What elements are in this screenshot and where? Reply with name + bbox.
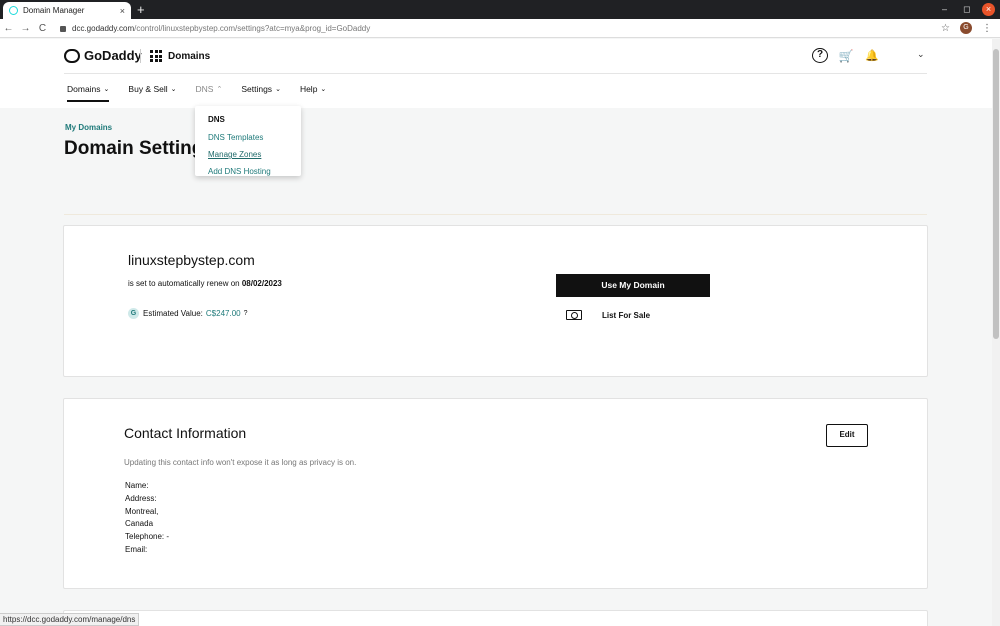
chevron-up-icon: ⌃ [216,86,223,93]
info-icon[interactable]: ? [244,310,248,317]
contact-email: Email: [125,544,148,554]
use-my-domain-button[interactable]: Use My Domain [556,274,710,297]
renewal-text: is set to automatically renew on 08/02/2… [128,279,282,288]
product-name: Domains [168,50,211,62]
help-icon[interactable]: ? [812,48,828,63]
header-divider [64,73,927,74]
renewal-prefix: is set to automatically renew on [128,279,242,288]
browser-tab-bar: Domain Manager × + – ◻ × [0,0,1000,19]
window-close-icon[interactable]: × [982,3,995,16]
list-for-sale-label: List For Sale [602,310,651,320]
contact-city: Montreal, [125,506,159,516]
apps-switcher[interactable]: Domains [150,50,210,62]
estimated-value-link[interactable]: C$247.00 [206,309,241,318]
menu-item-dns-templates[interactable]: DNS Templates [208,133,288,142]
contact-information-card: Contact Information Updating this contac… [63,398,928,589]
notifications-bell-icon[interactable]: 🔔 [864,49,880,62]
breadcrumb[interactable]: My Domains [65,123,112,132]
favicon-icon [9,6,18,15]
nav-help-label: Help [299,84,318,94]
lock-icon [60,25,66,32]
godaddy-logo-icon [64,48,80,63]
nav-dns-label: DNS [195,84,214,94]
reload-icon[interactable]: C [34,23,51,34]
contact-details: Name: Address: Montreal, Canada Telephon… [125,480,169,557]
menu-item-manage-zones[interactable]: Manage Zones [208,150,288,159]
site-header: GoDaddy Domains ? 🛒 🔔 ⌄ Domains ⌄ Buy & … [0,39,992,108]
header-separator [140,49,141,63]
url-host: dcc.godaddy.com [72,24,135,33]
estimated-value: G Estimated Value: C$247.00 ? [128,308,248,319]
domain-summary-card: linuxstepbystep.com is set to automatica… [63,225,928,377]
nav-settings-label: Settings [241,84,273,94]
page-title: Domain Settings [64,138,214,159]
nav-buy-sell-label: Buy & Sell [128,84,168,94]
browser-menu-icon[interactable]: ⋮ [982,23,992,34]
address-bar: ← → C dcc.godaddy.com/control/linuxstepb… [0,19,1000,38]
minimize-icon[interactable]: – [942,2,947,17]
chevron-down-icon: ⌄ [103,86,110,93]
dns-menu-heading: DNS [208,115,225,124]
logo-text: GoDaddy [84,48,142,63]
chevron-down-icon: ⌄ [275,86,281,93]
account-chevron-down-icon[interactable]: ⌄ [917,49,925,60]
list-for-sale-link[interactable]: List For Sale [566,310,650,320]
page-viewport: GoDaddy Domains ? 🛒 🔔 ⌄ Domains ⌄ Buy & … [0,39,992,626]
cash-icon [566,310,582,320]
nav-domains-label: Domains [67,84,101,94]
nav-settings[interactable]: Settings ⌄ [241,84,281,94]
tab-close-icon[interactable]: × [120,6,125,16]
nav-buy-sell[interactable]: Buy & Sell ⌄ [128,84,176,94]
tab-title: Domain Manager [23,6,85,15]
url-field[interactable]: dcc.godaddy.com/control/linuxstepbystep.… [60,21,940,36]
forward-icon[interactable]: → [17,23,34,34]
dns-dropdown-menu: DNS DNS Templates Manage Zones Add DNS H… [195,106,301,176]
godaddy-badge-icon: G [128,308,139,319]
apps-grid-icon [150,50,162,62]
menu-item-add-dns-hosting[interactable]: Add DNS Hosting [208,167,288,176]
contact-name: Name: [125,481,149,490]
next-card [63,610,928,626]
domain-name: linuxstepbystep.com [128,252,255,268]
nav-dns[interactable]: DNS ⌃ [196,84,223,94]
url-path: /control/linuxstepbystep.com/settings?at… [134,24,371,33]
chevron-down-icon: ⌄ [170,86,177,93]
godaddy-logo[interactable]: GoDaddy [64,48,142,63]
maximize-icon[interactable]: ◻ [963,2,970,17]
back-icon[interactable]: ← [0,23,17,34]
contact-country: Canada [125,519,154,529]
scrollbar-thumb[interactable] [993,49,999,339]
contact-telephone: Telephone: - [125,532,170,542]
main-nav: Domains ⌄ Buy & Sell ⌄ DNS ⌃ Settings ⌄ … [67,84,345,102]
bookmark-star-icon[interactable]: ☆ [941,23,950,34]
profile-avatar[interactable]: G [960,22,972,34]
estimated-value-label: Estimated Value: [143,309,203,318]
nav-help[interactable]: Help ⌄ [300,84,326,94]
edit-contact-button[interactable]: Edit [826,424,868,447]
page-scrollbar[interactable] [992,39,1000,626]
status-bar-url: https://dcc.godaddy.com/manage/dns [0,613,140,626]
contact-info-note: Updating this contact info won't expose … [124,458,357,467]
nav-domains[interactable]: Domains ⌄ [67,84,110,102]
browser-tab[interactable]: Domain Manager × [3,2,131,19]
chevron-down-icon: ⌄ [320,86,327,93]
contact-address: Address: [125,493,157,503]
contact-info-title: Contact Information [124,425,247,441]
renewal-date: 08/02/2023 [241,279,282,288]
cart-icon[interactable]: 🛒 [838,49,854,63]
section-divider [64,214,927,215]
new-tab-button[interactable]: + [137,1,145,18]
